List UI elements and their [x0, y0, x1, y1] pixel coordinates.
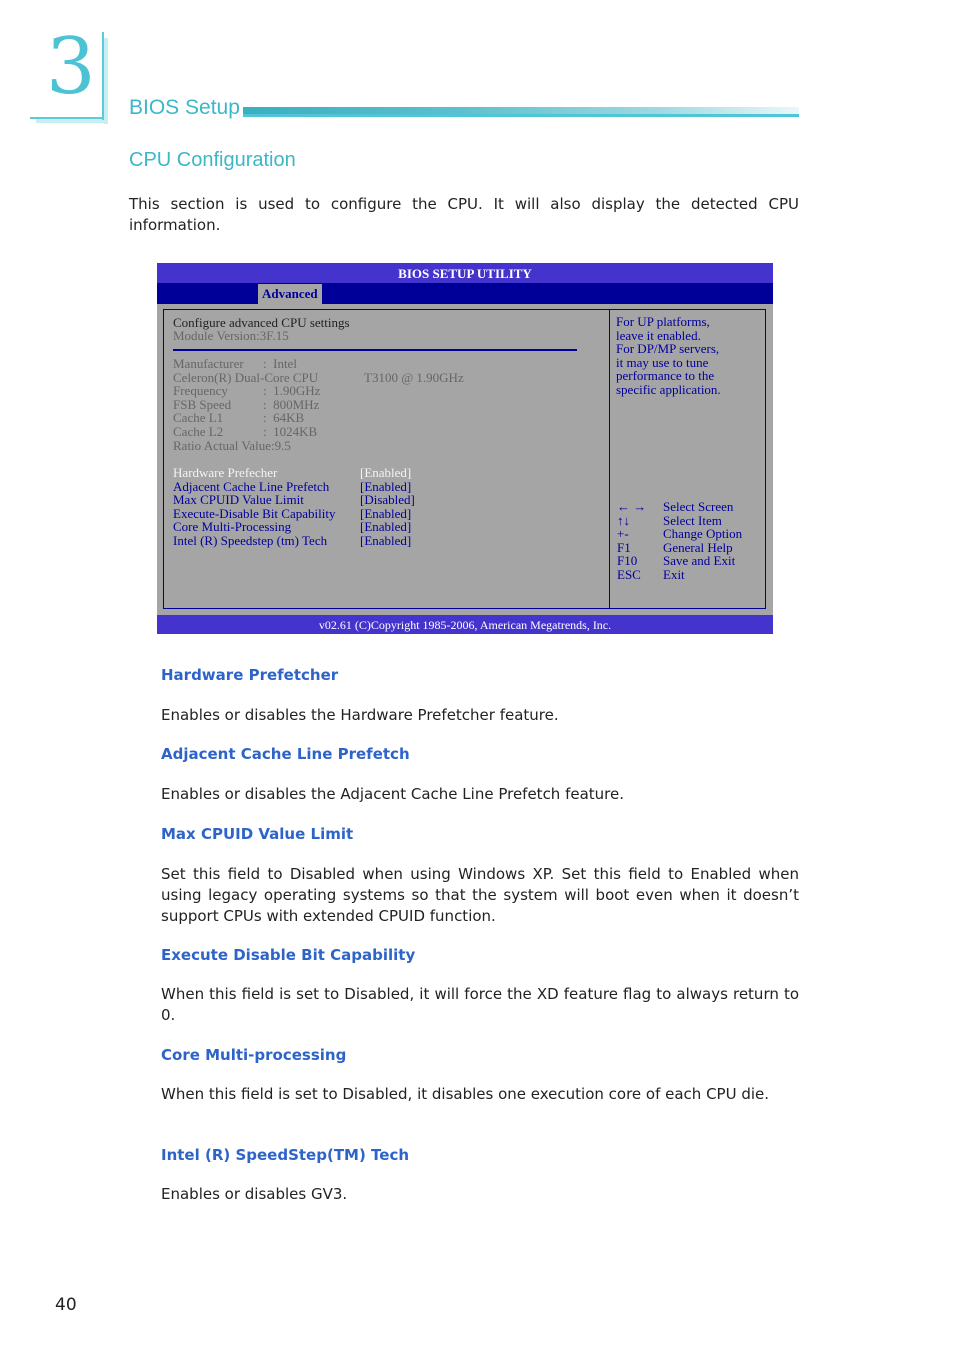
setting-value[interactable]: [Enabled]	[360, 520, 411, 534]
description-heading: Hardware Prefetcher	[161, 666, 339, 684]
setting-value[interactable]: [Disabled]	[360, 493, 415, 507]
arrow-up-down-icon: ↑↓	[617, 512, 630, 528]
bios-copyright-bar: v02.61 (C)Copyright 1985-2006, American …	[157, 615, 773, 634]
section-title: CPU Configuration	[129, 149, 296, 171]
key-description: Change Option	[663, 526, 743, 542]
setting-label: Max CPUID Value Limit	[173, 492, 304, 508]
info-value: : Intel	[263, 356, 297, 371]
setting-value[interactable]: [Enabled]	[360, 466, 411, 480]
help-text-line: specific application.	[616, 382, 721, 397]
help-text-line: For DP/MP servers,	[616, 341, 720, 357]
setting-label: Hardware Prefecher	[173, 465, 278, 480]
help-text-line: performance to the	[616, 368, 715, 384]
key-description: General Help	[663, 539, 733, 555]
key-plus-minus: +-	[617, 526, 629, 542]
description-heading: Intel (R) SpeedStep(TM) Tech	[161, 1146, 410, 1164]
chapter-number: 3	[46, 22, 96, 112]
bios-title-bar: BIOS SETUP UTILITY	[157, 263, 773, 283]
description-body: Enables or disables GV3.	[161, 1185, 348, 1203]
bios-separator	[173, 349, 577, 351]
bios-screenshot: BIOS SETUP UTILITY Advanced Configure ad…	[157, 263, 773, 634]
info-value: : 64KB	[263, 410, 305, 426]
setting-value[interactable]: [Enabled]	[360, 479, 411, 494]
description-body: When this field is set to Disabled, it w…	[161, 985, 799, 1024]
bios-tab-bar: Advanced	[157, 283, 773, 304]
info-value: : 800MHz	[263, 396, 320, 412]
description-heading: Execute Disable Bit Capability	[161, 946, 416, 964]
info-label: FSB Speed	[173, 396, 232, 412]
tab-advanced[interactable]: Advanced	[258, 284, 322, 304]
bios-help-panel: For UP platforms, leave it enabled. For …	[609, 309, 766, 609]
key-esc: ESC	[617, 567, 641, 582]
key-f1: F1	[617, 539, 631, 555]
description-heading: Max CPUID Value Limit	[161, 825, 354, 843]
setting-label: Execute-Disable Bit Capability	[173, 505, 336, 521]
info-value: : 1024KB	[263, 424, 318, 439]
key-description: Select Item	[663, 512, 722, 528]
info-label: Ratio Actual Value:9.5	[173, 437, 291, 453]
description-heading: Core Multi-processing	[161, 1046, 347, 1064]
description-body: When this field is set to Disabled, it d…	[161, 1085, 770, 1103]
arrow-left-right-icon: ← →	[617, 499, 647, 514]
key-description: Save and Exit	[663, 553, 736, 569]
chapter-title-underline	[243, 114, 799, 117]
help-text-line: it may use to tune	[616, 354, 709, 370]
bios-main-panel: Configure advanced CPU settings Module V…	[163, 309, 609, 609]
setting-label: Intel (R) Speedstep (tm) Tech	[173, 533, 328, 548]
key-f10: F10	[617, 553, 638, 569]
page-number: 40	[55, 1295, 77, 1315]
module-version: Module Version:3F.15	[173, 328, 289, 343]
info-label: Cache L2	[173, 424, 224, 439]
info-label: Celeron(R) Dual-Core CPU	[173, 369, 319, 385]
setting-label: Core Multi-Processing	[173, 519, 292, 535]
setting-value[interactable]: [Enabled]	[360, 534, 411, 548]
info-label: Manufacturer	[173, 356, 244, 371]
description-body: Enables or disables the Hardware Prefetc…	[161, 706, 559, 724]
info-label: Cache L1	[173, 410, 224, 426]
description-heading: Adjacent Cache Line Prefetch	[161, 745, 410, 763]
chapter-title: BIOS Setup	[129, 96, 240, 119]
chapter-frame-line	[102, 32, 104, 120]
chapter-frame-shadow	[104, 38, 108, 124]
section-intro: This section is used to configure the CP…	[129, 195, 799, 234]
setting-value[interactable]: [Enabled]	[360, 507, 411, 521]
help-text-line: leave it enabled.	[616, 327, 701, 343]
key-description: Exit	[663, 567, 685, 582]
chapter-frame-shadow	[36, 119, 108, 123]
info-value: T3100 @ 1.90GHz	[364, 369, 464, 385]
setting-label: Adjacent Cache Line Prefetch	[173, 478, 330, 494]
key-description: Select Screen	[663, 499, 734, 514]
help-text-line: For UP platforms,	[616, 314, 710, 329]
info-value: : 1.90GHz	[263, 383, 321, 399]
chapter-frame-line	[30, 117, 104, 119]
info-label: Frequency	[173, 383, 228, 399]
description-body: Enables or disables the Adjacent Cache L…	[161, 785, 625, 803]
description-body: Set this field to Disabled when using Wi…	[161, 865, 799, 925]
